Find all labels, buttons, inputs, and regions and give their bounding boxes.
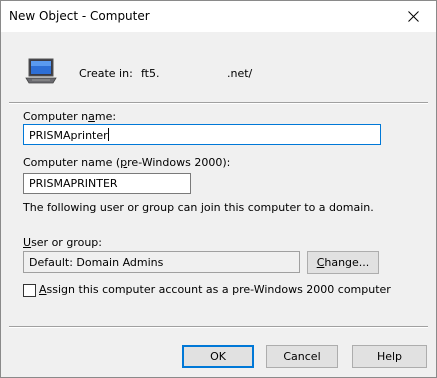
pre2000-name-label: Computer name (pre-Windows 2000):: [23, 156, 231, 169]
change-button[interactable]: Change...: [307, 251, 379, 274]
help-button[interactable]: Help: [352, 345, 427, 368]
computer-name-input[interactable]: PRISMAprinter: [23, 124, 381, 145]
text-caret: [107, 128, 109, 141]
window-title: New Object - Computer: [9, 9, 150, 23]
container-path-end: .net/: [227, 67, 253, 80]
dialog-body: Create in: ft5. .net/ Computer name: PRI…: [1, 32, 436, 377]
container-path-start: ft5.: [141, 67, 160, 80]
cancel-button[interactable]: Cancel: [266, 345, 338, 368]
create-in-label: Create in:: [79, 67, 133, 80]
join-note-text: The following user or group can join thi…: [23, 201, 374, 214]
footer-divider: [9, 326, 428, 328]
user-group-field: Default: Domain Admins: [23, 251, 300, 273]
computer-name-label: Computer name:: [23, 110, 117, 123]
close-icon: [407, 11, 419, 22]
header-divider: [9, 102, 428, 104]
title-bar: New Object - Computer: [1, 1, 436, 32]
ok-button[interactable]: OK: [182, 345, 254, 368]
computer-icon: [25, 58, 57, 84]
pre2000-name-input[interactable]: PRISMAPRINTER: [23, 173, 191, 194]
dialog-window: New Object - Computer Create in: ft5. .n…: [0, 0, 437, 378]
user-group-label: User or group:: [23, 236, 102, 249]
assign-pre2000-label: Assign this computer account as a pre-Wi…: [39, 283, 391, 296]
assign-pre2000-checkbox[interactable]: [23, 284, 36, 297]
close-button[interactable]: [390, 1, 436, 32]
